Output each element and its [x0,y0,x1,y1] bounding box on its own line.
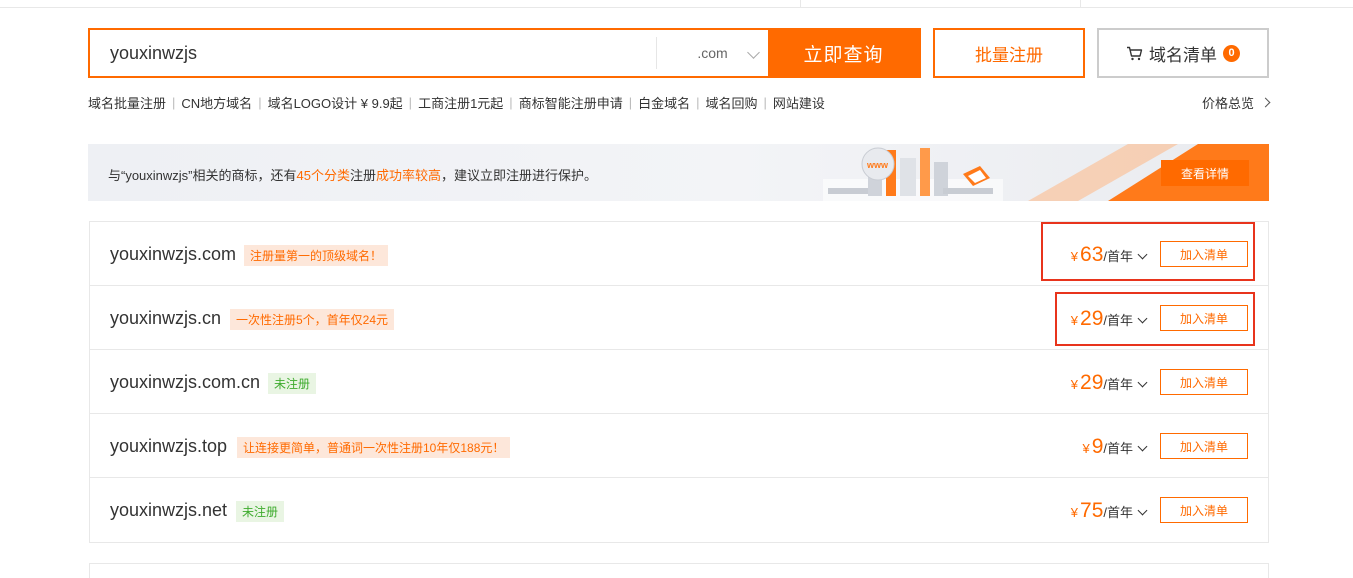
list-item: youxinwzjs.top 让连接更简单，普通词一次性注册10年仅188元！ … [90,414,1268,478]
currency-symbol: ¥ [1070,377,1079,392]
chevron-right-icon [1260,97,1271,108]
quicklink-logo-design[interactable]: 域名LOGO设计 ¥ 9.9起 [268,93,403,112]
domain-search-box: .com 立即查询 [88,28,921,78]
suffix-selected-value: .com [697,45,728,61]
price-selector[interactable]: ¥ 75 /首年 [1070,499,1148,523]
price-overview-link[interactable]: 价格总览 [1201,93,1271,112]
chevron-down-icon [1137,505,1148,516]
banner-highlight-rate: 成功率较高 [376,168,442,183]
promo-tag: 让连接更简单，普通词一次性注册10年仅188元！ [237,437,511,458]
status-badge: 未注册 [268,373,317,394]
search-button[interactable]: 立即查询 [768,30,919,76]
trademark-banner: 与“youxinwzjs”相关的商标，还有45个分类注册成功率较高，建议立即注册… [88,144,1269,201]
suffix-dropdown[interactable]: .com [656,37,768,69]
promo-tag: 注册量第一的顶级域名！ [244,245,389,266]
banner-highlight-classes: 45个分类 [296,168,350,183]
banner-text-suffix: ，建议立即注册进行保护。 [441,168,598,183]
link-divider: | [258,95,262,110]
domain-name: youxinwzjs.com.cn [110,372,261,392]
annotation-highlight-box [1041,222,1255,281]
view-details-button[interactable]: 查看详情 [1161,160,1249,186]
domain-name: youxinwzjs.top [110,436,228,456]
add-to-list-button[interactable]: 加入清单 [1160,369,1248,395]
domain-name: youxinwzjs.cn [110,308,222,328]
domain-list-button[interactable]: 域名清单 0 [1097,28,1269,78]
svg-text:www: www [866,160,889,170]
chevron-down-icon [1137,441,1148,452]
quicklink-trademark[interactable]: 商标智能注册申请 [519,93,623,112]
quicklink-business-register[interactable]: 工商注册1元起 [418,93,503,112]
price-amount: 75 [1080,499,1104,522]
price-unit: /首年 [1103,441,1133,456]
promo-tag: 一次性注册5个，首年仅24元 [230,309,395,330]
chevron-down-icon [1137,377,1148,388]
link-divider: | [172,95,176,110]
banner-message: 与“youxinwzjs”相关的商标，还有45个分类注册成功率较高，建议立即注册… [108,165,597,184]
price-overview-label: 价格总览 [1201,96,1254,111]
price-unit: /首年 [1103,377,1133,392]
price-amount: 29 [1080,371,1104,394]
top-bar-divider [1080,0,1081,8]
domain-list-label: 域名清单 [1149,45,1217,65]
price-amount: 9 [1091,435,1104,458]
chevron-down-icon [747,46,760,59]
link-divider: | [628,95,633,110]
status-badge: 未注册 [236,501,285,522]
top-bar [0,0,1353,8]
banner-text-middle: 注册 [349,168,376,183]
list-item: youxinwzjs.com.cn 未注册 ¥ 29 /首年 加入清单 [90,350,1268,414]
link-divider: | [696,95,700,110]
price-selector[interactable]: ¥ 9 /首年 [1082,435,1148,459]
domain-search-input[interactable] [90,30,656,76]
add-to-list-button[interactable]: 加入清单 [1160,497,1248,523]
banner-text-prefix: 与“youxinwzjs”相关的商标，还有 [108,168,297,183]
cart-count-badge: 0 [1223,44,1240,62]
results-next-section [89,563,1269,578]
top-bar-divider [800,0,801,8]
list-item: youxinwzjs.net 未注册 ¥ 75 /首年 加入清单 [90,478,1268,542]
cart-icon [1126,46,1143,61]
currency-symbol: ¥ [1082,441,1090,456]
quicklink-cn-regional[interactable]: CN地方域名 [181,93,252,112]
quicklink-platinum-domain[interactable]: 白金域名 [638,93,690,112]
quicklink-batch-register[interactable]: 域名批量注册 [88,93,166,112]
quicklink-website-build[interactable]: 网站建设 [773,93,825,112]
link-divider: | [509,95,513,110]
price-unit: /首年 [1103,505,1133,520]
add-to-list-button[interactable]: 加入清单 [1160,433,1248,459]
quick-links: 域名批量注册 | CN地方域名 | 域名LOGO设计 ¥ 9.9起 | 工商注册… [88,93,825,112]
link-divider: | [763,95,767,110]
domain-name: youxinwzjs.net [110,500,228,520]
batch-register-button[interactable]: 批量注册 [933,28,1085,78]
annotation-highlight-box [1055,292,1255,346]
currency-symbol: ¥ [1070,505,1079,520]
price-selector[interactable]: ¥ 29 /首年 [1070,371,1148,395]
quicklink-domain-buyback[interactable]: 域名回购 [706,93,758,112]
domain-name: youxinwzjs.com [110,244,237,264]
link-divider: | [408,95,413,110]
